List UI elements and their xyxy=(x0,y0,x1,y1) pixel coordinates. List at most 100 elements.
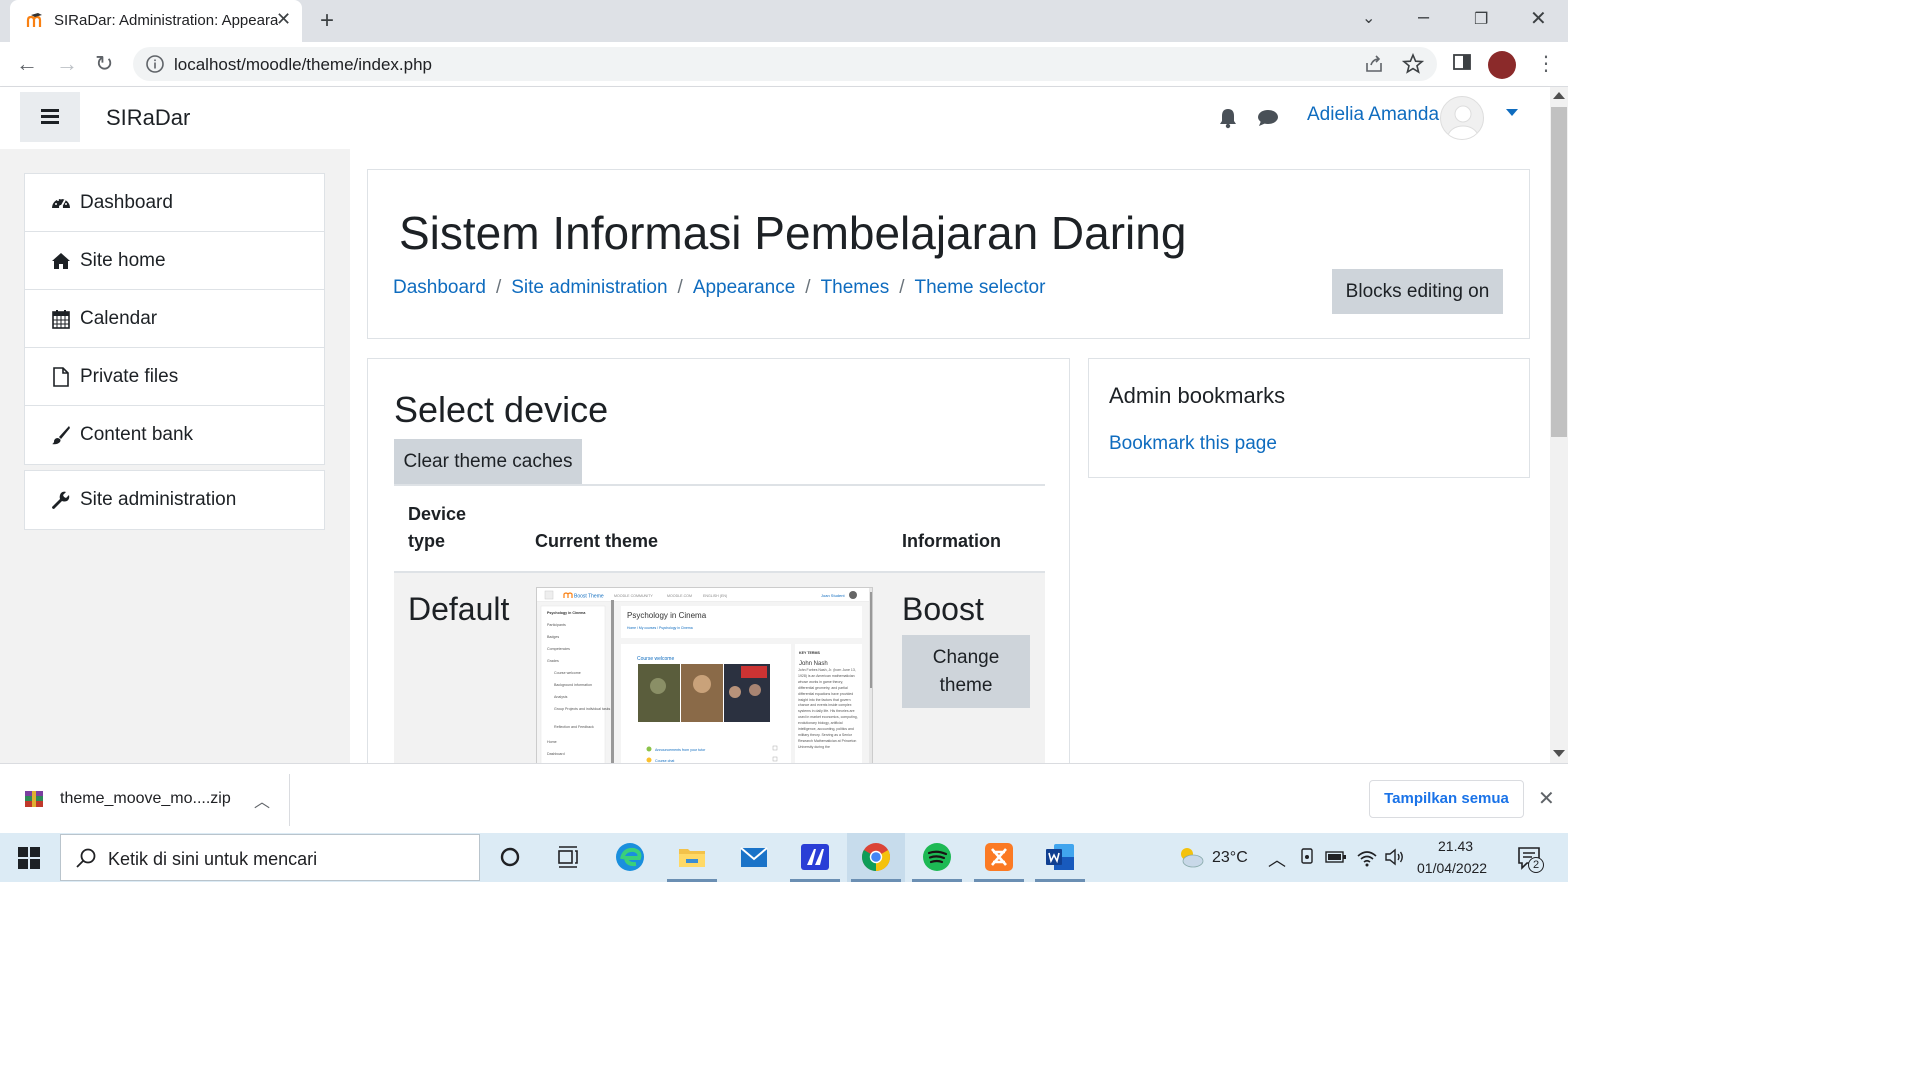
download-options-chevron-icon[interactable]: ︿ xyxy=(254,788,270,812)
user-avatar[interactable] xyxy=(1440,96,1484,140)
breadcrumb-separator: / xyxy=(677,277,683,298)
weather-temperature[interactable]: 23°C xyxy=(1212,849,1248,867)
moodle-navbar: SIRaDar Adielia Amanda xyxy=(0,87,1550,149)
change-theme-button[interactable]: Change theme xyxy=(902,635,1030,708)
browser-menu-icon[interactable]: ⋮ xyxy=(1536,51,1556,76)
preview-section-title: Course welcome xyxy=(637,656,674,662)
show-all-downloads-button[interactable]: Tampilkan semua xyxy=(1369,780,1524,818)
preview-user: Joan Student xyxy=(821,593,845,598)
column-header-device-type: Device type xyxy=(408,504,467,551)
user-menu-caret-icon[interactable] xyxy=(1506,109,1518,116)
notification-bell-icon[interactable] xyxy=(1218,107,1238,129)
brush-icon xyxy=(52,426,70,445)
chrome-icon[interactable] xyxy=(860,841,892,873)
site-info-icon[interactable] xyxy=(145,54,165,74)
share-icon[interactable] xyxy=(1363,53,1385,75)
side-panel-icon[interactable] xyxy=(1452,52,1472,72)
wifi-icon[interactable] xyxy=(1356,847,1378,867)
column-header-current-theme: Current theme xyxy=(535,531,659,551)
task-view-icon[interactable] xyxy=(552,841,584,873)
nav-item-private-files[interactable]: Private files xyxy=(25,348,324,406)
calendar-icon xyxy=(52,310,70,329)
preview-bio: John Forbes Nash, Jr. (born June 13, 192… xyxy=(798,668,858,749)
spotify-icon[interactable] xyxy=(921,841,953,873)
svg-text:Grades: Grades xyxy=(547,659,559,663)
file-explorer-icon[interactable] xyxy=(676,841,708,873)
clock-time[interactable]: 21.43 xyxy=(1438,838,1473,854)
wrench-icon xyxy=(52,491,70,509)
restore-icon[interactable]: ❐ xyxy=(1474,9,1488,29)
breadcrumb-site-administration[interactable]: Site administration xyxy=(511,277,667,298)
close-download-bar-icon[interactable]: ✕ xyxy=(1538,786,1555,811)
theme-selector-card: Select device Clear theme caches Device … xyxy=(367,358,1070,787)
breadcrumb-separator: / xyxy=(899,277,905,298)
download-bar: theme_moove_mo....zip ︿ Tampilkan semua … xyxy=(0,763,1568,833)
nav-item-calendar[interactable]: Calendar xyxy=(25,290,324,348)
volume-icon[interactable] xyxy=(1384,847,1406,867)
breadcrumb-dashboard[interactable]: Dashboard xyxy=(393,277,486,298)
show-hidden-icons-chevron-icon[interactable]: ︿ xyxy=(1268,846,1286,872)
column-header-information: Information xyxy=(902,531,1001,551)
page-title: Sistem Informasi Pembelajaran Daring xyxy=(399,207,1187,259)
table-top-rule xyxy=(394,484,1045,486)
browser-tab[interactable]: SIRaDar: Administration: Appeara ✕ xyxy=(10,0,302,42)
select-device-heading: Select device xyxy=(394,389,609,430)
new-tab-icon[interactable]: + xyxy=(320,7,334,35)
clock-date[interactable]: 01/04/2022 xyxy=(1417,860,1487,876)
browser-profile-avatar[interactable] xyxy=(1488,51,1516,79)
clear-theme-caches-button[interactable]: Clear theme caches xyxy=(394,439,582,484)
forward-icon[interactable]: → xyxy=(56,51,78,77)
address-bar[interactable]: localhost/moodle/theme/index.php xyxy=(133,47,1437,81)
reload-icon[interactable]: ↻ xyxy=(95,51,113,77)
site-brand[interactable]: SIRaDar xyxy=(106,105,190,131)
scroll-up-arrow-icon[interactable] xyxy=(1553,92,1565,99)
windows-start-icon[interactable] xyxy=(18,847,40,869)
nav-item-dashboard[interactable]: Dashboard xyxy=(25,174,324,232)
preview-key-terms: KEY TERMS xyxy=(799,651,821,655)
app-icon[interactable] xyxy=(799,841,831,873)
drawer-toggle-button[interactable] xyxy=(20,92,80,142)
running-indicator xyxy=(851,879,901,882)
nav-item-content-bank[interactable]: Content bank xyxy=(25,406,324,464)
word-icon[interactable] xyxy=(1044,841,1076,873)
back-icon[interactable]: ← xyxy=(16,51,38,77)
edge-browser-icon[interactable] xyxy=(614,841,646,873)
bookmark-this-page-link[interactable]: Bookmark this page xyxy=(1109,433,1277,455)
admin-bookmarks-block: Admin bookmarks Bookmark this page xyxy=(1088,358,1530,478)
nav-item-label: Site home xyxy=(80,250,166,271)
breadcrumb-theme-selector[interactable]: Theme selector xyxy=(914,277,1045,298)
search-icon xyxy=(76,848,96,868)
device-icon[interactable] xyxy=(1299,848,1315,866)
page-scrollbar-thumb[interactable] xyxy=(1551,107,1567,437)
minimize-icon[interactable]: – xyxy=(1418,6,1429,29)
mail-icon[interactable] xyxy=(738,841,770,873)
breadcrumb: Dashboard / Site administration / Appearance… xyxy=(393,277,1045,299)
messages-icon[interactable] xyxy=(1257,109,1279,127)
user-placeholder-icon xyxy=(1447,105,1479,139)
tab-close-icon[interactable]: ✕ xyxy=(276,9,291,30)
theme-preview-svg: Boost Theme MOODLE COMMUNITY MOODLE.COM … xyxy=(537,588,872,786)
taskbar-search-box[interactable]: Ketik di sini untuk mencari xyxy=(60,834,480,881)
scroll-down-arrow-icon[interactable] xyxy=(1553,750,1565,757)
svg-text:Dashboard: Dashboard xyxy=(547,752,565,756)
nav-item-site-administration[interactable]: Site administration xyxy=(25,471,324,529)
weather-icon[interactable] xyxy=(1175,845,1205,869)
nav-item-site-home[interactable]: Site home xyxy=(25,232,324,290)
user-name[interactable]: Adielia Amanda xyxy=(1307,104,1439,126)
cortana-icon[interactable] xyxy=(494,841,526,873)
breadcrumb-themes[interactable]: Themes xyxy=(821,277,890,298)
nav-item-label: Site administration xyxy=(80,489,237,510)
blocks-editing-button[interactable]: Blocks editing on xyxy=(1332,269,1503,314)
window-close-icon[interactable]: ✕ xyxy=(1530,6,1547,31)
svg-text:Background information: Background information xyxy=(554,683,592,687)
breadcrumb-appearance[interactable]: Appearance xyxy=(693,277,795,298)
preview-nav-item: MOODLE.COM xyxy=(667,594,692,598)
bookmark-star-icon[interactable] xyxy=(1402,53,1424,75)
download-filename[interactable]: theme_moove_mo....zip xyxy=(60,790,231,808)
tab-search-icon[interactable]: ⌄ xyxy=(1362,8,1375,28)
svg-text:Reflection and Feedback: Reflection and Feedback xyxy=(554,725,594,729)
preview-course-title: Psychology in Cinema xyxy=(627,611,707,620)
nav-drawer: Dashboard Site home Calendar Private fil… xyxy=(0,149,350,763)
battery-icon[interactable] xyxy=(1325,851,1347,863)
xampp-icon[interactable] xyxy=(983,841,1015,873)
